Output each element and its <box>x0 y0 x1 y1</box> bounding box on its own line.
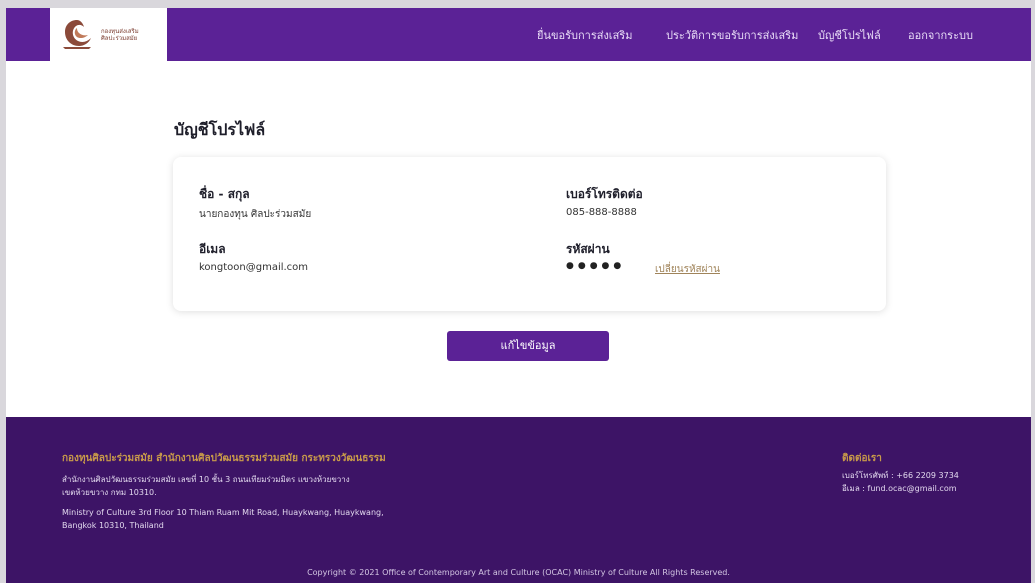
logo[interactable]: กองทุนส่งเสริม ศิลปะร่วมสมัย <box>50 8 167 61</box>
nav-request-history[interactable]: ประวัติการขอรับการส่งเสริม <box>666 8 798 61</box>
logo-text-line2: ศิลปะร่วมสมัย <box>101 35 138 42</box>
footer: กองทุนศิลปะร่วมสมัย สำนักงานศิลปวัฒนธรรม… <box>6 417 1031 583</box>
footer-copyright: Copyright © 2021 Office of Contemporary … <box>307 568 730 577</box>
name-label: ชื่อ - สกุล <box>199 187 250 201</box>
phone-label: เบอร์โทรติดต่อ <box>566 187 643 201</box>
email-value: kongtoon@gmail.com <box>199 262 309 273</box>
footer-contact-phone: เบอร์โทรศัพท์ : +66 2209 3734 <box>842 471 959 480</box>
footer-contact-title: ติดต่อเรา <box>842 453 882 464</box>
footer-address-en-2: Bangkok 10310, Thailand <box>62 521 164 530</box>
nav-logout[interactable]: ออกจากระบบ <box>908 8 973 61</box>
logo-text-line1: กองทุนส่งเสริม <box>101 28 139 35</box>
password-mask: ●●●●● <box>566 261 626 271</box>
nav-profile-account[interactable]: บัญชีโปรไฟล์ <box>818 8 881 61</box>
phone-value: 085-888-8888 <box>566 207 637 218</box>
top-navbar: กองทุนส่งเสริม ศิลปะร่วมสมัย ยื่นขอรับกา… <box>6 8 1031 61</box>
footer-address-th-2: เขตห้วยขวาง กทม 10310. <box>62 488 157 497</box>
fund-logo-icon <box>63 20 91 49</box>
password-label: รหัสผ่าน <box>566 242 610 256</box>
footer-address-th-1: สำนักงานศิลปวัฒนธรรมร่วมสมัย เลขที่ 10 ช… <box>62 475 350 484</box>
nav-submit-request[interactable]: ยื่นขอรับการส่งเสริม <box>537 8 632 61</box>
page-title: บัญชีโปรไฟล์ <box>174 120 266 139</box>
profile-card: ชื่อ - สกุล นายกองทุน ศิลปะร่วมสมัย เบอร… <box>173 157 886 311</box>
edit-profile-button[interactable]: แก้ไขข้อมูล <box>447 331 609 361</box>
app-window: กองทุนส่งเสริม ศิลปะร่วมสมัย ยื่นขอรับกา… <box>6 8 1031 583</box>
footer-org-title: กองทุนศิลปะร่วมสมัย สำนักงานศิลปวัฒนธรรม… <box>62 453 386 464</box>
change-password-link[interactable]: เปลี่ยนรหัสผ่าน <box>655 262 720 277</box>
footer-address-en-1: Ministry of Culture 3rd Floor 10 Thiam R… <box>62 508 384 517</box>
footer-contact-email[interactable]: อีเมล : fund.ocac@gmail.com <box>842 482 957 495</box>
name-value: นายกองทุน ศิลปะร่วมสมัย <box>199 209 312 220</box>
logo-text: กองทุนส่งเสริม ศิลปะร่วมสมัย <box>101 28 139 42</box>
email-label: อีเมล <box>199 242 226 256</box>
